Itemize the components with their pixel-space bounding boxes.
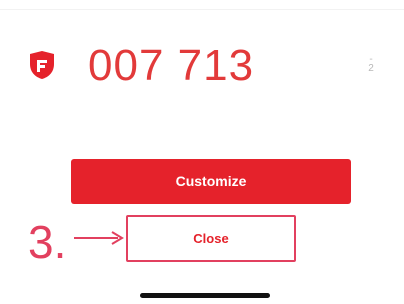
home-indicator-bar: [140, 293, 270, 298]
verification-code: 007 713: [88, 41, 255, 90]
step-number-annotation: 3.: [28, 216, 67, 268]
verification-code-row[interactable]: 007 713 - 2: [0, 36, 404, 96]
top-divider: [0, 9, 404, 10]
close-button[interactable]: Close: [126, 215, 296, 262]
shield-logo-icon: [30, 51, 54, 79]
arrow-right-icon: [74, 231, 124, 245]
page-indicator-number: 2: [368, 63, 374, 74]
page-indicator: - 2: [363, 55, 379, 80]
customize-button[interactable]: Customize: [71, 159, 351, 204]
